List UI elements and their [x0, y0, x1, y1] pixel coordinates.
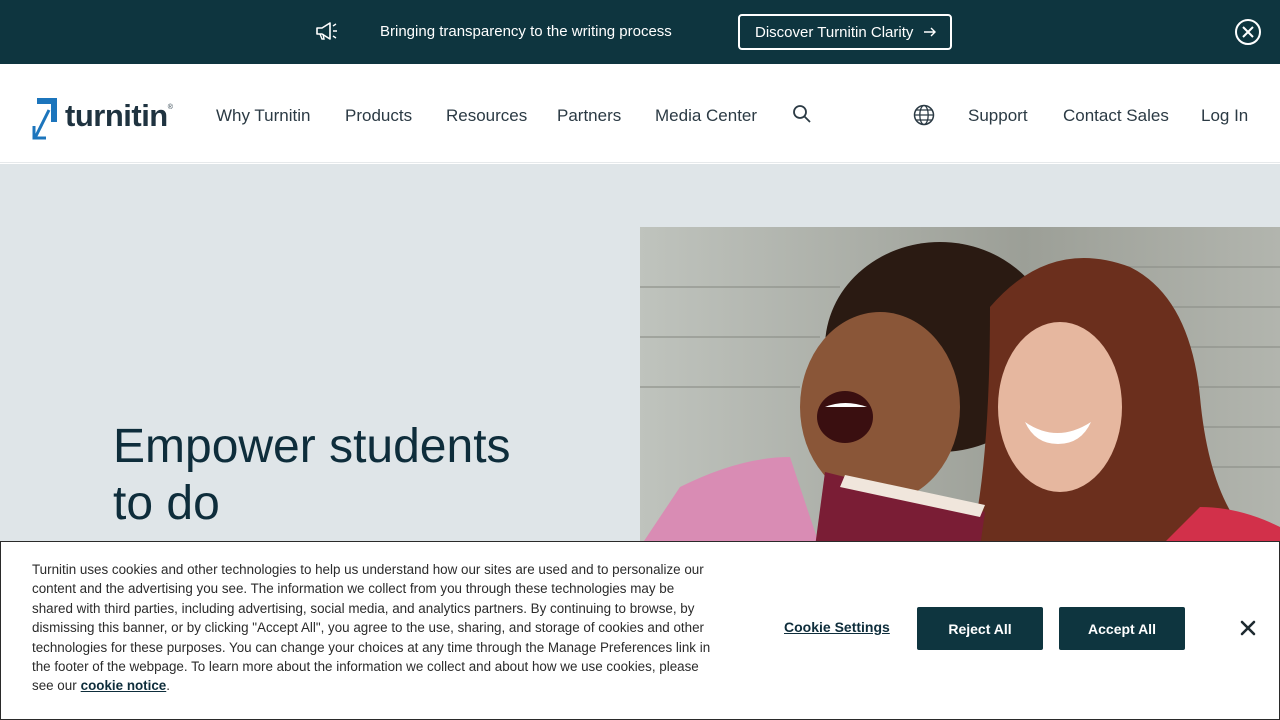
nav-partners[interactable]: Partners	[557, 106, 621, 126]
arrow-right-icon	[924, 27, 937, 37]
turnitin-logo-mark-icon	[32, 98, 57, 140]
discover-clarity-button[interactable]: Discover Turnitin Clarity	[738, 14, 952, 50]
announcement-message: Bringing transparency to the writing pro…	[380, 23, 672, 40]
globe-icon[interactable]	[913, 104, 935, 126]
cookie-settings-button[interactable]: Cookie Settings	[784, 619, 890, 635]
discover-clarity-label: Discover Turnitin Clarity	[755, 23, 914, 41]
cookie-notice-suffix: .	[166, 678, 170, 694]
nav-contact-sales[interactable]: Contact Sales	[1063, 106, 1169, 126]
nav-resources[interactable]: Resources	[446, 106, 527, 126]
students-reading-image	[640, 227, 1280, 547]
reject-all-button[interactable]: Reject All	[917, 607, 1043, 650]
megaphone-icon	[316, 22, 337, 40]
nav-media-center[interactable]: Media Center	[655, 106, 757, 126]
hero-title: Empower students to do	[113, 420, 511, 530]
search-icon[interactable]	[792, 104, 812, 124]
nav-products[interactable]: Products	[345, 106, 412, 126]
nav-log-in[interactable]: Log In	[1201, 106, 1248, 126]
site-header: turnitin ® Why Turnitin Products Resourc…	[0, 64, 1280, 163]
cookie-banner-body: Turnitin uses cookies and other technolo…	[32, 562, 711, 694]
cookie-banner: Turnitin uses cookies and other technolo…	[0, 541, 1280, 720]
cookie-banner-text: Turnitin uses cookies and other technolo…	[32, 560, 712, 696]
nav-support[interactable]: Support	[968, 106, 1028, 126]
accept-all-button[interactable]: Accept All	[1059, 607, 1185, 650]
turnitin-logo[interactable]: turnitin ®	[32, 96, 173, 140]
logo-registered-mark: ®	[167, 104, 173, 111]
close-icon[interactable]	[1240, 620, 1256, 636]
hero-photo	[640, 227, 1280, 547]
announcement-bar: Bringing transparency to the writing pro…	[0, 0, 1280, 64]
close-circle-icon[interactable]	[1234, 18, 1262, 46]
logo-wordmark: turnitin	[65, 98, 168, 133]
nav-why-turnitin[interactable]: Why Turnitin	[216, 106, 310, 126]
cookie-notice-link[interactable]: cookie notice	[81, 678, 167, 693]
